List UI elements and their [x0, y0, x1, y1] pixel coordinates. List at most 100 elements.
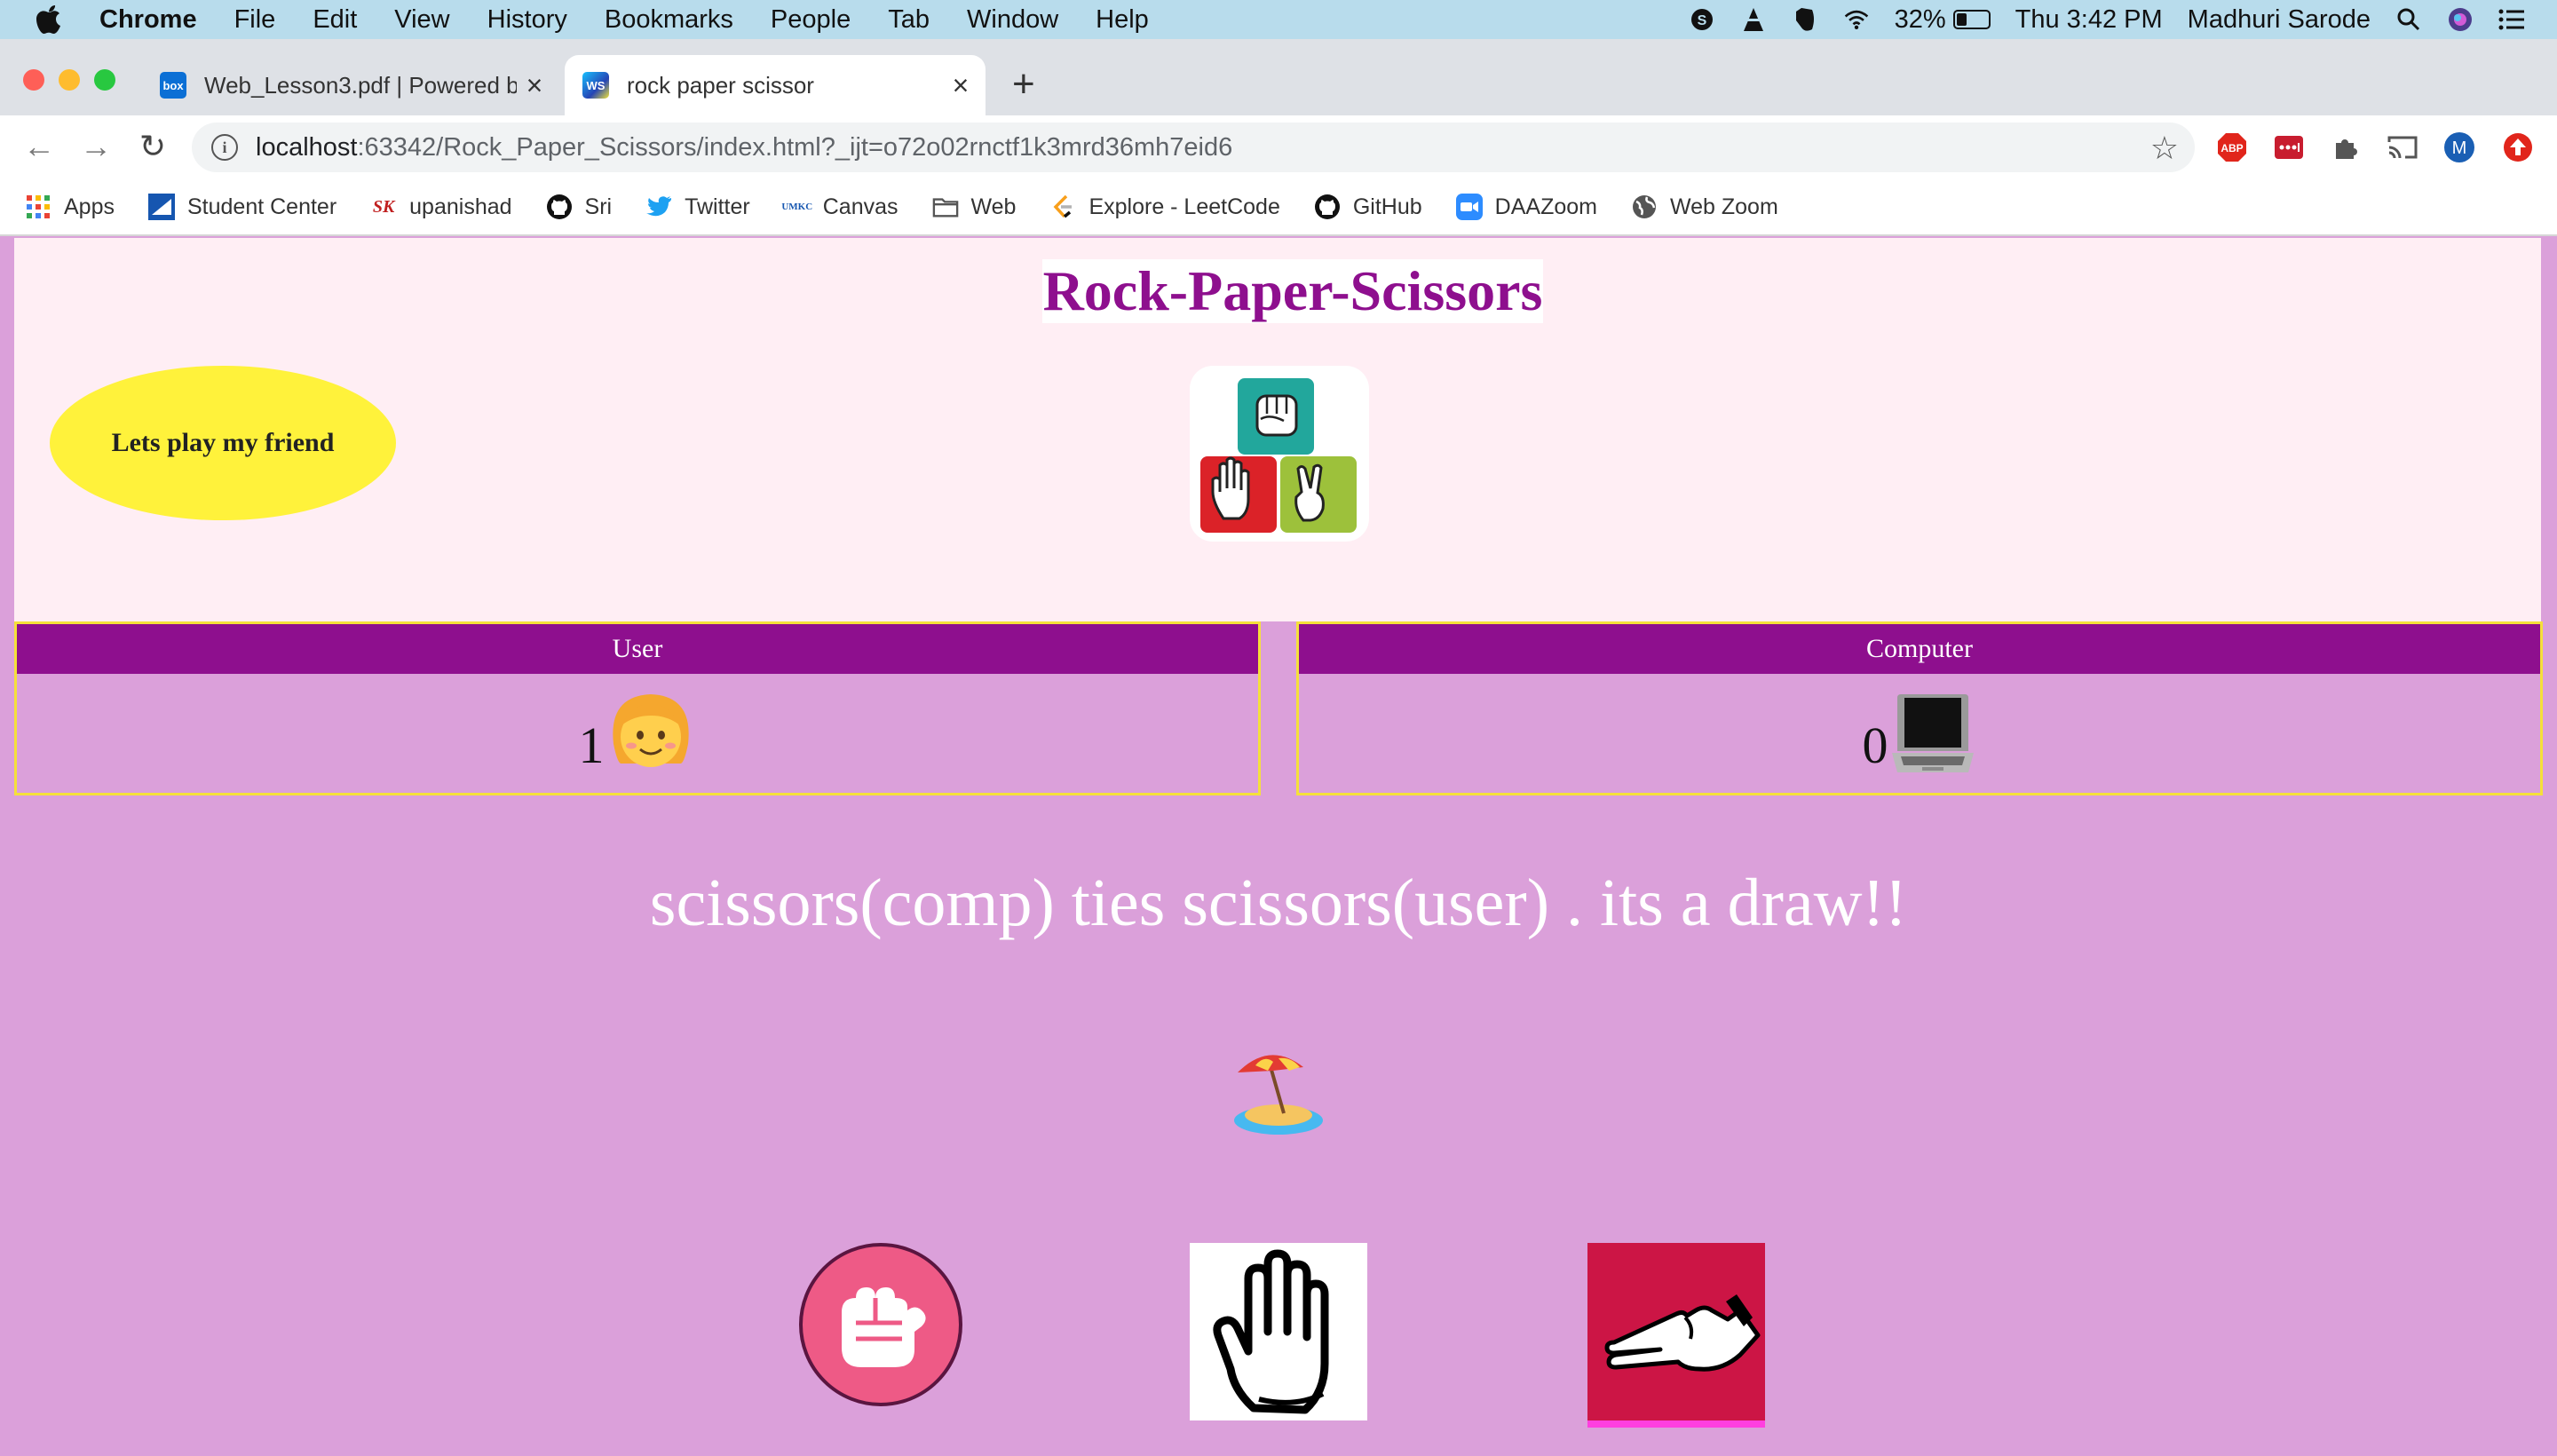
girl-emoji-icon: [612, 694, 689, 767]
apple-logo-icon[interactable]: [36, 4, 64, 36]
globe-icon: [1631, 194, 1658, 220]
paper-choice-button[interactable]: [1190, 1243, 1367, 1420]
menu-people[interactable]: People: [771, 5, 851, 35]
zoom-icon: [1455, 194, 1483, 220]
bookmark-label: Twitter: [685, 194, 750, 219]
bookmark-sri[interactable]: Sri: [546, 194, 613, 220]
siri-icon[interactable]: [2447, 6, 2474, 33]
computer-label: Computer: [1299, 624, 2540, 674]
tab-rock-paper-scissor[interactable]: WS rock paper scissor ×: [565, 55, 986, 115]
user-score-panel: User 1: [14, 621, 1261, 795]
computer-score-panel: Computer 0: [1296, 621, 2543, 795]
tab-title: rock paper scissor: [627, 71, 814, 99]
browser-toolbar: ← → ↻ i localhost :63342/Rock_Paper_Scis…: [0, 115, 2557, 179]
tab-web-lesson3[interactable]: box Web_Lesson3.pdf | Powered by Box ×: [142, 55, 559, 115]
url-path: :63342/Rock_Paper_Scissors/index.html?_i…: [357, 132, 1233, 162]
bookmark-label: Sri: [584, 194, 613, 219]
close-tab-icon[interactable]: ×: [943, 69, 978, 102]
bookmarks-bar: Apps Student Center SK upanishad Sri Twi…: [0, 179, 2557, 236]
wifi-icon[interactable]: [1843, 6, 1870, 33]
menu-bookmarks[interactable]: Bookmarks: [605, 5, 733, 35]
menu-view[interactable]: View: [394, 5, 449, 35]
address-bar[interactable]: i localhost :63342/Rock_Paper_Scissors/i…: [192, 123, 2195, 172]
bookmark-label: Web Zoom: [1669, 194, 1778, 219]
battery-icon: [1952, 10, 1991, 29]
extensions-puzzle-icon[interactable]: [2330, 131, 2362, 163]
menu-history[interactable]: History: [487, 5, 567, 35]
open-hand-icon: [1213, 1249, 1329, 1414]
reload-icon[interactable]: ↻: [133, 128, 172, 165]
umkc-icon: UMKC: [781, 202, 813, 212]
page-title: Rock-Paper-Scissors: [1042, 259, 1543, 323]
bookmark-github[interactable]: GitHub: [1314, 194, 1422, 220]
bookmark-canvas[interactable]: UMKC Canvas: [781, 194, 898, 220]
site-info-icon[interactable]: i: [211, 134, 238, 161]
laptop-emoji-icon: [1891, 694, 1974, 772]
github-icon: [546, 194, 573, 220]
victory-hand-icon: [1604, 1294, 1761, 1372]
sk-icon: SK: [372, 196, 395, 217]
bookmark-label: Student Center: [186, 194, 337, 219]
bookmark-leetcode[interactable]: Explore - LeetCode: [1049, 194, 1280, 220]
menu-help[interactable]: Help: [1096, 5, 1149, 35]
bookmark-web-folder[interactable]: Web: [932, 194, 1016, 220]
bookmark-label: Apps: [64, 194, 115, 219]
menu-edit[interactable]: Edit: [313, 5, 357, 35]
user-label: User: [17, 624, 1258, 674]
folder-icon: [932, 194, 959, 220]
notification-center-icon[interactable]: [2498, 6, 2525, 33]
battery-percent: 32%: [1894, 4, 1946, 34]
box-favicon-icon: box: [160, 72, 186, 99]
close-window-button[interactable]: [23, 69, 44, 91]
adblock-plus-icon[interactable]: ABP: [2216, 131, 2248, 163]
bookmark-twitter[interactable]: Twitter: [645, 194, 750, 220]
desert-island-emoji-icon: [1231, 1046, 1326, 1138]
zoom-window-button[interactable]: [94, 69, 115, 91]
profile-initial: M: [2452, 138, 2467, 158]
url-host: localhost: [256, 132, 358, 162]
menu-user-name[interactable]: Madhuri Sarode: [2188, 5, 2371, 35]
webstorm-favicon-icon: WS: [582, 72, 609, 99]
apps-grid-icon: [25, 194, 51, 220]
close-tab-icon[interactable]: ×: [517, 69, 552, 102]
twitter-icon: [645, 194, 672, 220]
spotlight-search-icon[interactable]: [2395, 6, 2422, 33]
bookmark-label: GitHub: [1352, 194, 1422, 219]
new-tab-button[interactable]: +: [1012, 62, 1035, 107]
result-message: scissors(comp) ties scissors(user) . its…: [649, 866, 1908, 940]
bookmark-student-center[interactable]: Student Center: [147, 194, 337, 220]
menu-tab[interactable]: Tab: [888, 5, 930, 35]
user-score: 1: [578, 716, 605, 774]
evernote-icon[interactable]: [1792, 6, 1818, 33]
fist-icon: [842, 1287, 926, 1367]
menu-file[interactable]: File: [234, 5, 276, 35]
skype-icon[interactable]: S: [1689, 6, 1715, 33]
leetcode-icon: [1049, 194, 1076, 220]
scissors-choice-button[interactable]: [1587, 1243, 1765, 1428]
bookmark-daazoom[interactable]: DAAZoom: [1455, 194, 1597, 220]
bookmark-apps[interactable]: Apps: [25, 194, 115, 220]
menu-app-name[interactable]: Chrome: [99, 5, 197, 35]
bookmark-star-icon[interactable]: ☆: [2150, 130, 2179, 167]
forward-arrow-icon[interactable]: →: [76, 128, 115, 165]
menu-window[interactable]: Window: [967, 5, 1058, 35]
bookmark-label: Explore - LeetCode: [1089, 194, 1280, 219]
bookmark-upanishad[interactable]: SK upanishad: [370, 194, 512, 220]
back-arrow-icon[interactable]: ←: [20, 128, 59, 165]
greeting-bubble: Lets play my friend: [50, 366, 396, 520]
bookmark-label: DAAZoom: [1494, 194, 1597, 219]
macos-menu-bar: Chrome File Edit View History Bookmarks …: [0, 0, 2557, 39]
cast-icon[interactable]: [2387, 131, 2418, 163]
menu-clock[interactable]: Thu 3:42 PM: [2015, 5, 2163, 35]
github-icon: [1314, 194, 1341, 220]
page-content: Rock-Paper-Scissors Lets play my friend …: [0, 238, 2557, 1456]
minimize-window-button[interactable]: [59, 69, 80, 91]
vlc-icon[interactable]: [1740, 6, 1767, 33]
rock-choice-button[interactable]: [799, 1243, 962, 1406]
bookmark-web-zoom[interactable]: Web Zoom: [1631, 194, 1778, 220]
profile-avatar[interactable]: M: [2443, 131, 2475, 163]
lastpass-icon[interactable]: [2273, 131, 2305, 163]
bookmark-label: upanishad: [409, 194, 512, 219]
update-chrome-icon[interactable]: [2502, 131, 2534, 163]
battery-indicator[interactable]: 32%: [1895, 5, 1991, 35]
